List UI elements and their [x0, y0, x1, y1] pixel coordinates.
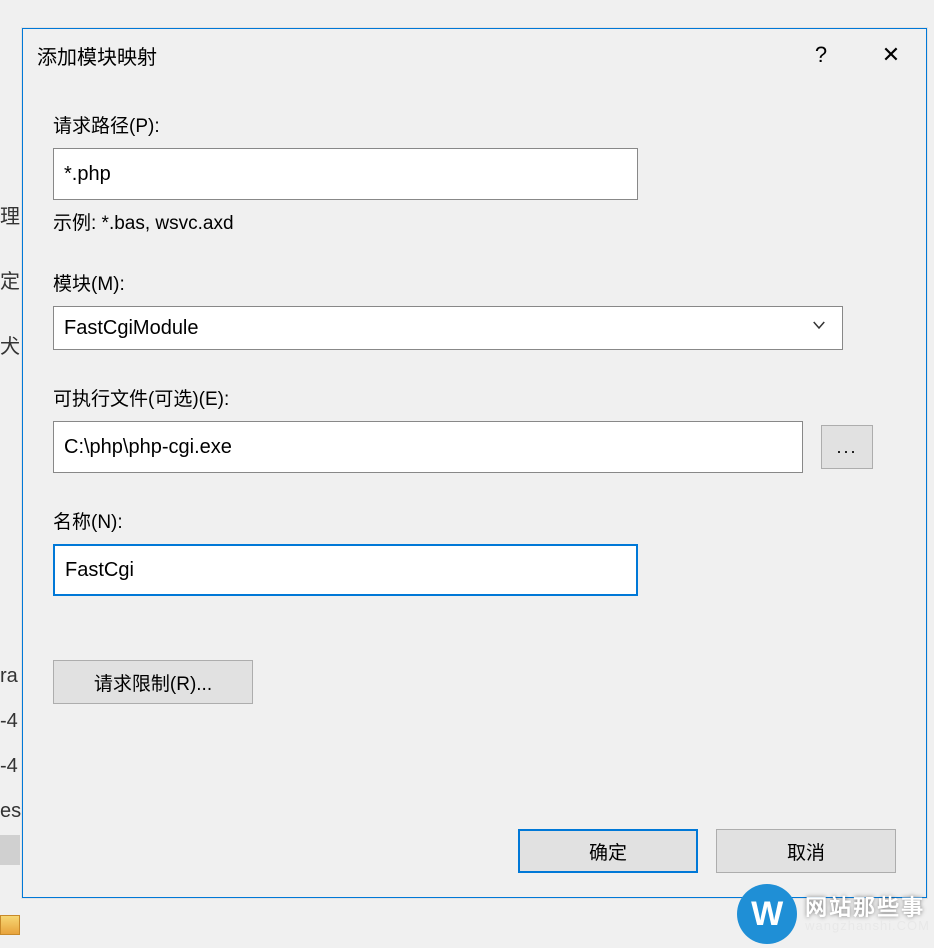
executable-group: 可执行文件(可选)(E): ... [53, 384, 896, 473]
request-path-group: 请求路径(P): 示例: *.bas, wsvc.axd [53, 111, 896, 235]
bg-text: 犬 [0, 330, 20, 359]
cancel-button[interactable]: 取消 [716, 829, 896, 873]
dialog-content: 请求路径(P): 示例: *.bas, wsvc.axd 模块(M): Fast… [23, 81, 926, 897]
bg-text: es [0, 800, 21, 823]
bg-text: -4 [0, 710, 18, 733]
module-label: 模块(M): [53, 269, 896, 296]
browse-button[interactable]: ... [821, 425, 873, 469]
help-button[interactable]: ? [786, 29, 856, 81]
name-input[interactable] [53, 544, 638, 596]
bg-text: ra [0, 665, 18, 688]
chevron-down-icon [810, 316, 828, 340]
add-module-mapping-dialog: 添加模块映射 ? ✕ 请求路径(P): 示例: *.bas, wsvc.axd … [22, 28, 927, 898]
request-restrictions-button[interactable]: 请求限制(R)... [53, 660, 253, 704]
bg-text: 定 [0, 265, 20, 294]
request-path-example: 示例: *.bas, wsvc.axd [53, 208, 896, 235]
module-value: FastCgiModule [64, 317, 199, 340]
bg-text: -4 [0, 755, 18, 778]
module-group: 模块(M): FastCgiModule [53, 269, 896, 350]
executable-input[interactable] [53, 421, 803, 473]
module-combobox[interactable]: FastCgiModule [53, 306, 843, 350]
request-path-input[interactable] [53, 148, 638, 200]
watermark-cn: 网站那些事 [805, 896, 930, 919]
dialog-title: 添加模块映射 [37, 41, 786, 70]
executable-label: 可执行文件(可选)(E): [53, 384, 896, 411]
dialog-buttons: 确定 取消 [518, 829, 896, 873]
titlebar: 添加模块映射 ? ✕ [23, 29, 926, 81]
bg-text: 理 [0, 200, 20, 229]
name-group: 名称(N): [53, 507, 896, 596]
close-button[interactable]: ✕ [856, 29, 926, 81]
request-path-label: 请求路径(P): [53, 111, 896, 138]
watermark-en: wangzhanshi.COM [805, 919, 930, 933]
bg-bar [0, 835, 20, 865]
bg-folder-icon [0, 915, 20, 935]
ok-button[interactable]: 确定 [518, 829, 698, 873]
name-label: 名称(N): [53, 507, 896, 534]
